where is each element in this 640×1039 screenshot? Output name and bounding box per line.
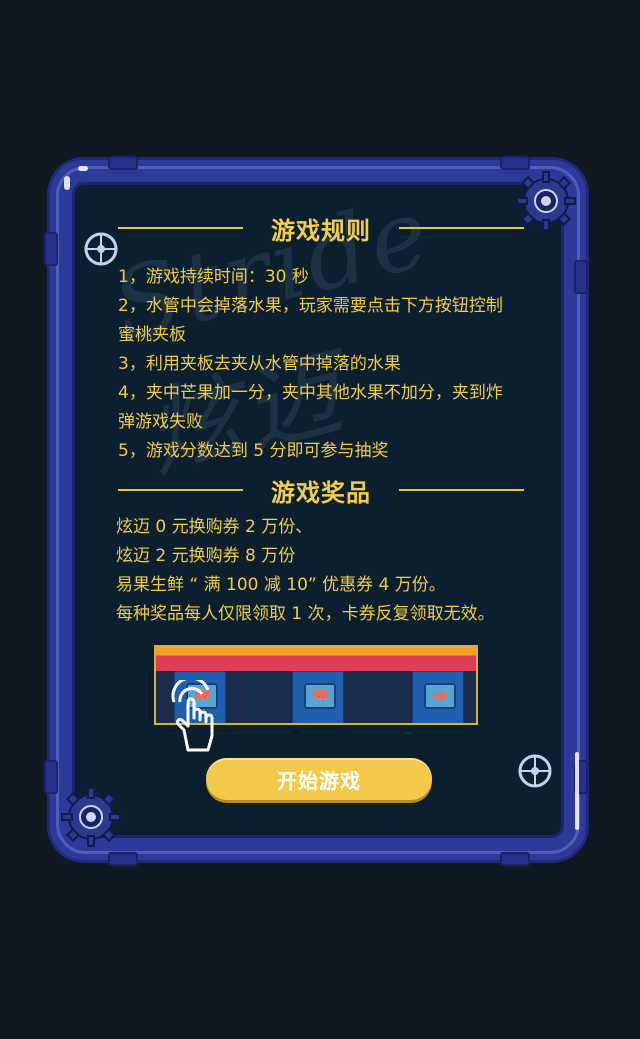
rules-header: 游戏规则 [118, 208, 524, 248]
arrow-right-icon [424, 683, 456, 709]
stop-icon [304, 683, 336, 709]
awning [156, 647, 476, 671]
pipe-joint [108, 156, 138, 170]
prizes-list: 炫迈 0 元换购券 2 万份、 炫迈 2 元换购券 8 万份 易果生鲜 “ 满 … [116, 513, 546, 629]
prizes-header: 游戏奖品 [118, 470, 524, 510]
rules-title: 游戏规则 [271, 216, 371, 245]
valve-wheel-icon [84, 232, 118, 266]
pipe-highlight [575, 752, 579, 830]
gear-icon [516, 171, 576, 231]
pipe-joint [44, 760, 58, 794]
pipe-highlight [78, 166, 88, 171]
divider [399, 489, 524, 491]
hand-pointer-icon [171, 680, 214, 752]
pipe-joint [108, 852, 138, 866]
rule-item: 4，夹中芒果加一分，夹中其他水果不加分，夹到炸 [118, 383, 503, 403]
prize-item: 每种奖品每人仅限领取 1 次，卡券反复领取无效。 [116, 604, 495, 624]
divider [118, 227, 243, 229]
rule-item: 3，利用夹板去夹从水管中掉落的水果 [118, 354, 401, 374]
pipe-joint [500, 852, 530, 866]
rule-item: 蜜桃夹板 [118, 325, 186, 345]
rules-list: 1，游戏持续时间：30 秒 2，水管中会掉落水果，玩家需要点击下方按钮控制 蜜桃… [118, 263, 538, 466]
prize-item: 易果生鲜 “ 满 100 减 10” 优惠券 4 万份。 [116, 575, 446, 595]
start-game-button[interactable]: 开始游戏 [206, 758, 432, 800]
divider [399, 227, 524, 229]
pipe-highlight [64, 176, 70, 190]
valve-wheel-icon [518, 754, 552, 788]
divider [118, 489, 243, 491]
pipe-joint [574, 260, 588, 294]
rule-item: 1，游戏持续时间：30 秒 [118, 267, 309, 287]
prizes-title: 游戏奖品 [271, 478, 371, 507]
rule-item: 2，水管中会掉落水果，玩家需要点击下方按钮控制 [118, 296, 503, 316]
gear-icon [61, 787, 121, 847]
prize-item: 炫迈 0 元换购券 2 万份、 [116, 517, 313, 537]
prize-item: 炫迈 2 元换购券 8 万份 [116, 546, 296, 566]
rule-item: 5，游戏分数达到 5 分即可参与抽奖 [118, 441, 389, 461]
rule-item: 弹游戏失败 [118, 412, 203, 432]
pipe-joint [44, 232, 58, 266]
